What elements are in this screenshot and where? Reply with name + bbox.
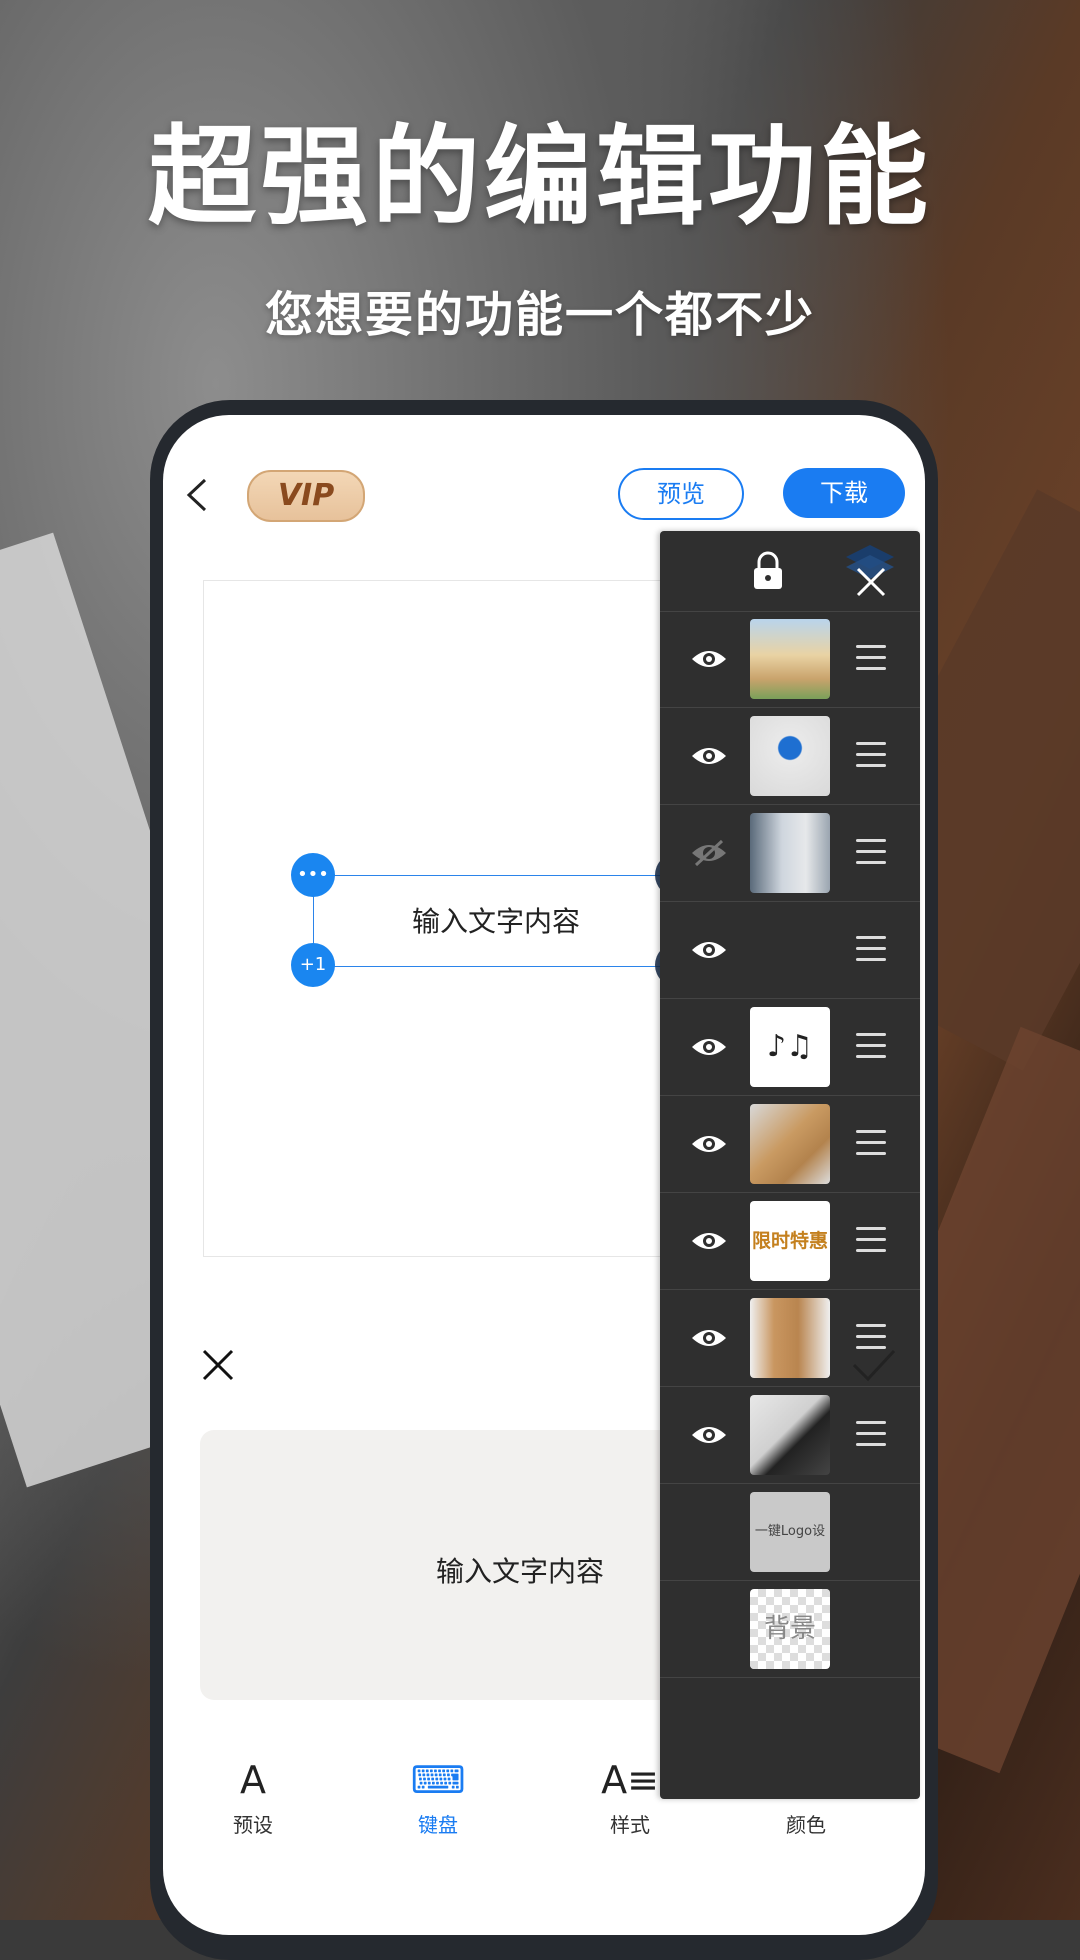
promo-subline: 您想要的功能一个都不少	[264, 287, 815, 343]
layer-row[interactable]	[660, 805, 920, 902]
layer-thumbnail	[750, 619, 830, 699]
layer-thumbnail	[750, 813, 830, 893]
back-arrow-icon[interactable]	[173, 470, 223, 520]
eye-icon[interactable]	[690, 934, 728, 966]
tab-label: 键盘	[418, 1813, 458, 1837]
promo-headline: 超强的编辑功能	[147, 115, 932, 240]
layer-row[interactable]: 一键Logo设计	[660, 1484, 920, 1581]
layer-row[interactable]	[660, 611, 920, 708]
drag-handle-icon[interactable]	[856, 1033, 886, 1061]
tab-preset[interactable]: A 预设	[198, 1755, 308, 1838]
layer-thumbnail	[750, 716, 830, 796]
thumb-text: 背景	[750, 1589, 830, 1669]
drag-handle-icon[interactable]	[856, 1227, 886, 1255]
layer-row[interactable]	[660, 1387, 920, 1484]
lock-icon[interactable]	[750, 551, 786, 591]
layer-row[interactable]: 限时特惠	[660, 1193, 920, 1290]
vip-badge[interactable]: VIP	[247, 470, 365, 522]
duplicate-handle[interactable]: +1	[291, 943, 335, 987]
drag-handle-icon[interactable]	[856, 839, 886, 867]
tab-label: 颜色	[786, 1813, 826, 1837]
layer-row[interactable]: 背景	[660, 1581, 920, 1678]
layers-close-icon[interactable]	[840, 541, 900, 601]
eye-icon[interactable]	[690, 740, 728, 772]
layer-panel-header	[660, 531, 920, 612]
layer-thumbnail	[750, 1104, 830, 1184]
drag-handle-icon[interactable]	[856, 936, 886, 964]
thumb-text: 一键Logo设计	[750, 1492, 830, 1572]
eye-icon[interactable]	[690, 1322, 728, 1354]
eye-icon[interactable]	[690, 1031, 728, 1063]
download-button[interactable]: 下载	[783, 468, 905, 518]
drag-handle-icon[interactable]	[856, 645, 886, 673]
keyboard-icon: ⌨	[410, 1758, 466, 1802]
eye-hidden-icon[interactable]	[690, 837, 728, 869]
tab-keyboard[interactable]: ⌨ 键盘	[383, 1755, 493, 1838]
layer-thumbnail: 限时特惠	[750, 1201, 830, 1281]
drag-handle-icon[interactable]	[856, 1130, 886, 1158]
font-a-icon: A	[240, 1758, 266, 1802]
layer-thumbnail: ♪♫	[750, 1007, 830, 1087]
close-icon[interactable]	[198, 1345, 238, 1385]
tab-label: 样式	[610, 1813, 650, 1837]
eye-icon[interactable]	[690, 1225, 728, 1257]
drag-handle-icon[interactable]	[856, 1421, 886, 1449]
layer-thumbnail: 一键Logo设计	[750, 1492, 830, 1572]
eye-icon[interactable]	[690, 1419, 728, 1451]
text-box-content: 输入文字内容	[411, 905, 580, 938]
layer-row[interactable]	[660, 1096, 920, 1193]
layer-row[interactable]: ♪♫	[660, 999, 920, 1096]
layer-panel: ♪♫ 限时特惠 一键Logo设计 背景	[660, 531, 920, 1799]
layer-row[interactable]	[660, 708, 920, 805]
selected-text-box[interactable]: 输入文字内容 ••• +1 ✕ ↻	[291, 853, 699, 987]
layer-thumbnail	[750, 910, 830, 990]
layer-row[interactable]	[660, 902, 920, 999]
thumb-text: 限时特惠	[751, 1230, 828, 1252]
drag-handle-icon[interactable]	[856, 742, 886, 770]
layer-thumbnail	[750, 1395, 830, 1475]
more-dots-icon[interactable]: •••	[291, 853, 335, 897]
check-icon[interactable]	[850, 1345, 898, 1385]
preview-button[interactable]: 预览	[618, 468, 744, 520]
eye-icon[interactable]	[690, 643, 728, 675]
layer-thumbnail: 背景	[750, 1589, 830, 1669]
eye-icon[interactable]	[690, 1128, 728, 1160]
tab-label: 预设	[233, 1813, 273, 1837]
layer-thumbnail	[750, 1298, 830, 1378]
